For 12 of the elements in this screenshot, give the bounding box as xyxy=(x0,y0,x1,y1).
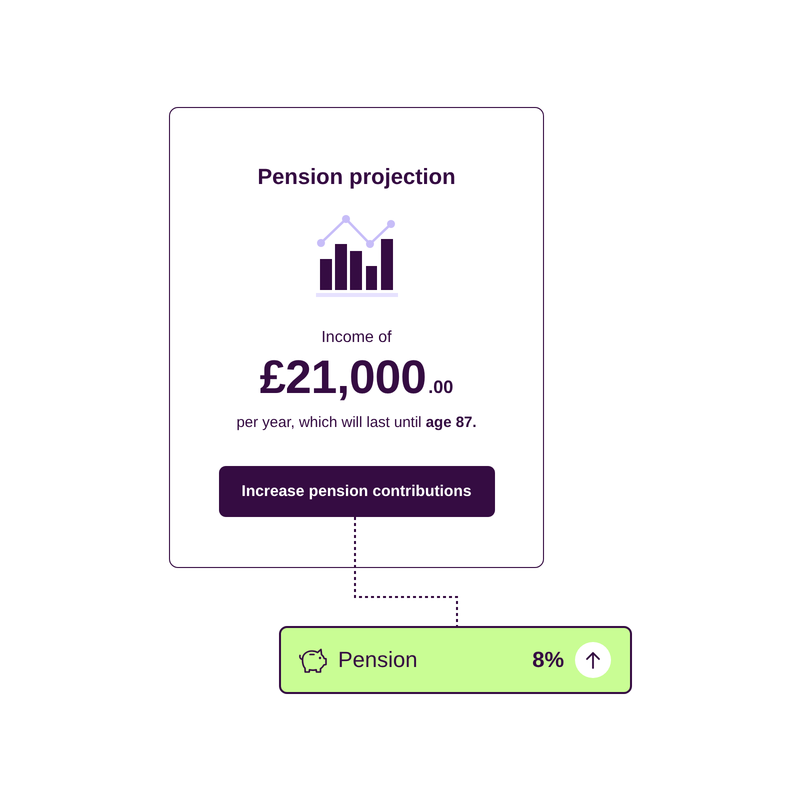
amount-decimals: .00 xyxy=(428,377,454,398)
bar-chart-icon xyxy=(314,214,398,298)
increase-contributions-button[interactable]: Increase pension contributions xyxy=(218,466,494,517)
duration-text: per year, which will last until age 87. xyxy=(236,413,477,433)
increase-button[interactable] xyxy=(575,642,611,678)
income-label: Income of xyxy=(321,328,392,348)
piggy-bank-icon xyxy=(298,646,328,674)
arrow-up-icon xyxy=(585,651,601,669)
card-title: Pension projection xyxy=(257,164,456,190)
contribution-percentage: 8% xyxy=(532,647,564,673)
pension-label: Pension xyxy=(338,647,419,673)
income-amount: £21,000 xyxy=(260,351,426,403)
